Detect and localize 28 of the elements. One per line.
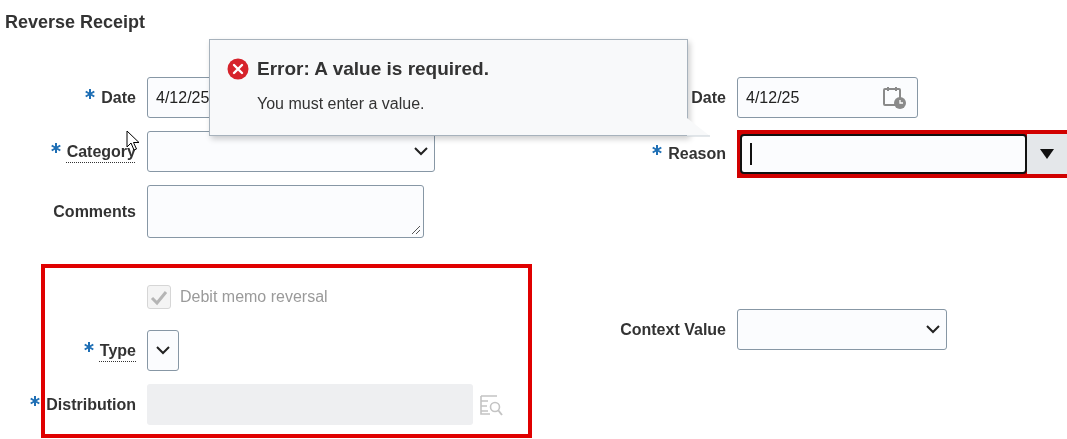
- field-label: Reason: [668, 144, 726, 164]
- triangle-down-icon: [1040, 149, 1054, 159]
- resize-handle-icon: [411, 225, 421, 235]
- error-icon: [227, 58, 249, 81]
- error-message: You must enter a value.: [257, 94, 425, 112]
- date-field[interactable]: 4/12/25: [737, 77, 918, 118]
- checkmark-icon: [150, 288, 168, 306]
- select-field[interactable]: [737, 309, 947, 350]
- field-label: Context Value: [620, 319, 726, 340]
- field-label: Date: [691, 87, 726, 108]
- chevron-down-icon: [414, 147, 428, 156]
- text-cursor-icon: [750, 143, 752, 165]
- chevron-down-icon: [926, 325, 940, 334]
- select-field[interactable]: [147, 330, 179, 371]
- error-title: Error: A value is required.: [257, 57, 489, 81]
- comments-field[interactable]: [147, 185, 424, 238]
- calendar-clock-icon: [883, 85, 907, 110]
- field-label: Distribution: [46, 394, 136, 415]
- field-label: Type: [99, 340, 136, 361]
- checkbox-label: Debit memo reversal: [180, 287, 328, 307]
- chevron-down-icon: [156, 346, 170, 355]
- field-label: Date: [101, 87, 136, 108]
- search-list-icon: [480, 393, 504, 416]
- field-label: Comments: [53, 201, 136, 222]
- reason-field[interactable]: [740, 134, 1027, 174]
- field-label: Category: [66, 141, 136, 162]
- dropdown-button[interactable]: [1027, 134, 1067, 174]
- page-title: Reverse Receipt: [5, 12, 146, 32]
